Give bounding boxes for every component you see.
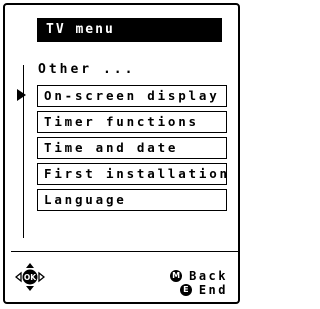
m-key-icon: M bbox=[170, 270, 183, 282]
footer-divider bbox=[11, 251, 240, 252]
menu-item-on-screen-display[interactable]: On-screen display bbox=[37, 85, 227, 107]
legend-back: M Back bbox=[170, 269, 228, 283]
section-label: Other ... bbox=[38, 62, 136, 77]
e-key-icon: E bbox=[179, 284, 192, 296]
menu-title: TV menu bbox=[37, 18, 222, 42]
menu-item-timer-functions[interactable]: Timer functions bbox=[37, 111, 227, 133]
ok-direction-pad-icon: OK bbox=[15, 262, 45, 292]
menu-item-time-and-date[interactable]: Time and date bbox=[37, 137, 227, 159]
selection-pointer-icon bbox=[17, 89, 26, 101]
ok-key-label: OK bbox=[24, 273, 37, 282]
legend-end-label: End bbox=[198, 283, 228, 297]
menu-item-first-installation[interactable]: First installation bbox=[37, 163, 227, 185]
tv-menu-panel: TV menu Other ... On-screen display Time… bbox=[3, 3, 240, 304]
legend-back-label: Back bbox=[189, 269, 228, 283]
menu-item-language[interactable]: Language bbox=[37, 189, 227, 211]
legend-end: E End bbox=[179, 283, 228, 297]
